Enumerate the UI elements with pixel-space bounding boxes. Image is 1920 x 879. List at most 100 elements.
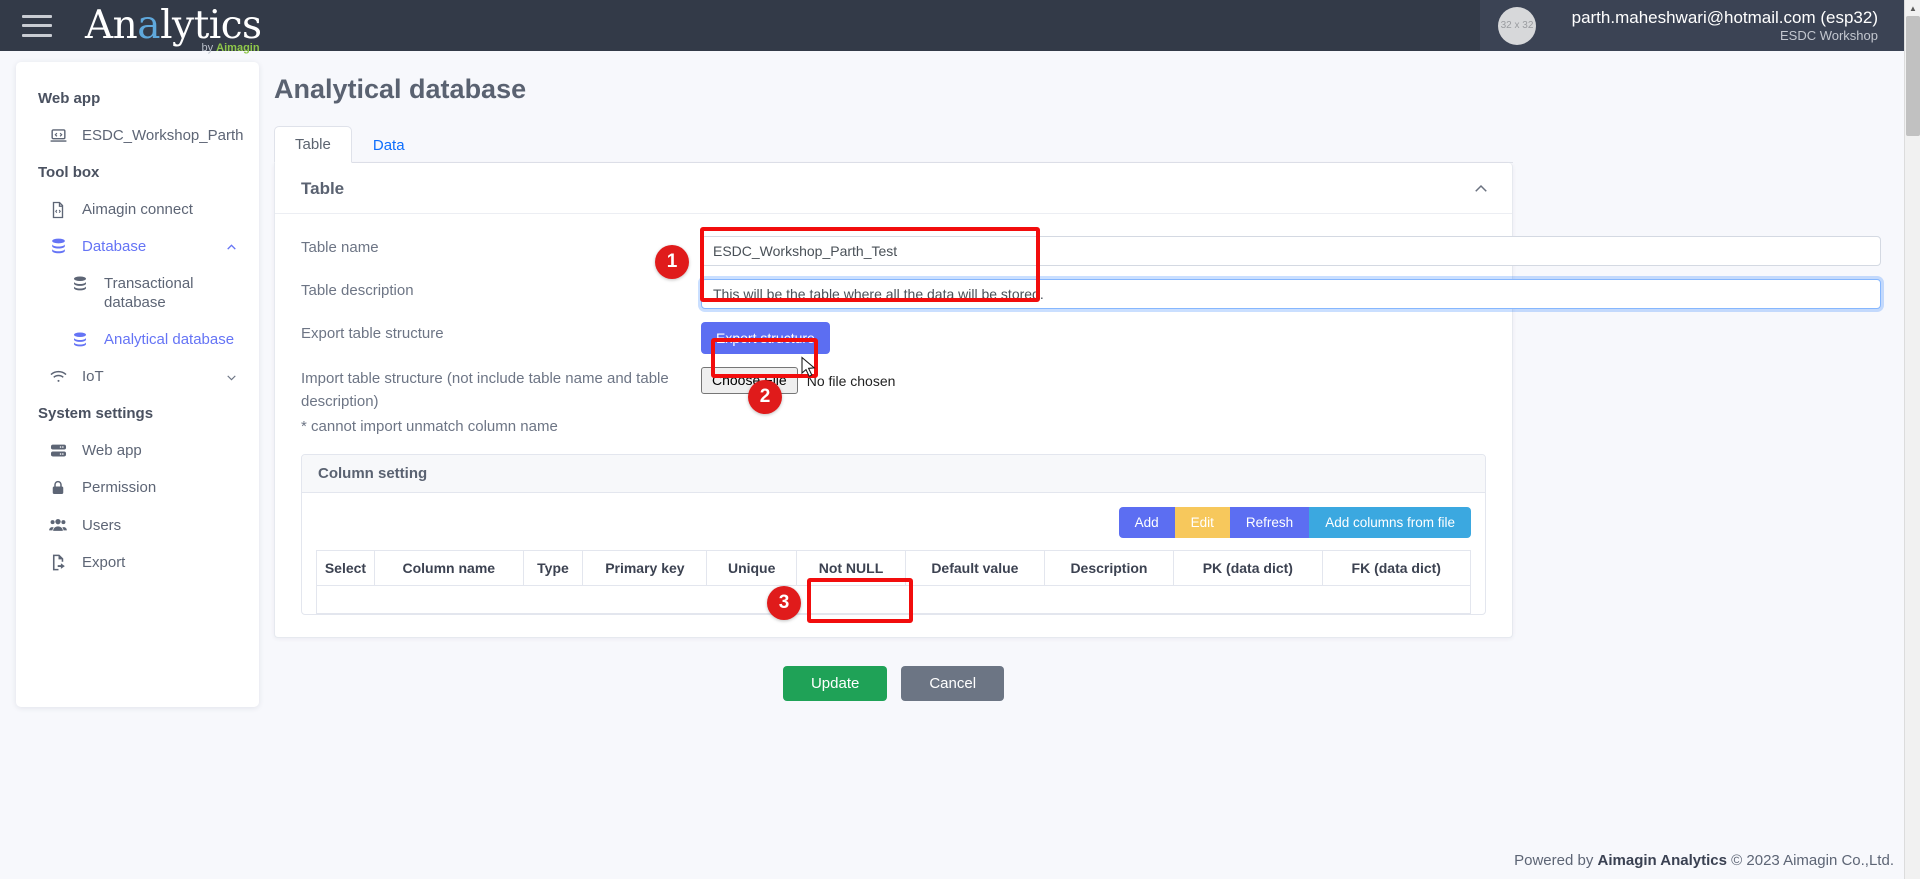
scrollbar-thumb[interactable] xyxy=(1906,16,1920,136)
refresh-button[interactable]: Refresh xyxy=(1229,507,1310,538)
table-empty-row xyxy=(316,585,1471,614)
annotation-badge-1: 1 xyxy=(655,245,689,279)
main-content: Analytical database Table Data Table Tab… xyxy=(274,62,1889,701)
panel-title: Table xyxy=(301,179,345,198)
file-input-row: Choose File No file chosen xyxy=(701,367,1486,394)
chosen-file-text: No file chosen xyxy=(806,372,896,389)
add-columns-from-file-button[interactable]: Add columns from file xyxy=(1309,507,1471,538)
brand-sub-name: Aimagin xyxy=(216,42,260,54)
scroll-up-arrow-icon[interactable]: ▲ xyxy=(1905,0,1920,16)
table-description-label: Table description xyxy=(301,282,414,299)
column-setting-body: Add Edit Refresh Add columns from file S… xyxy=(302,493,1485,614)
column-header-select: Select xyxy=(316,550,375,586)
sidebar-item-web-app[interactable]: Web app xyxy=(16,432,259,469)
export-structure-button[interactable]: Export structure xyxy=(701,322,830,354)
tab-bar: Table Data xyxy=(274,126,1889,163)
form-row-import-structure: Import table structure (not include tabl… xyxy=(301,367,1486,438)
laptop-code-icon xyxy=(44,126,72,145)
form-actions: Update Cancel xyxy=(274,666,1513,701)
add-button[interactable]: Add xyxy=(1118,507,1175,538)
sidebar-group-web-app: Web app xyxy=(38,90,101,107)
sidebar-item-export[interactable]: Export xyxy=(16,544,259,581)
table-name-control xyxy=(701,236,1881,266)
user-info: parth.maheshwari@hotmail.com (esp32) ESD… xyxy=(1550,8,1920,44)
sidebar-item-analytical-database[interactable]: Analytical database xyxy=(16,321,259,358)
database-icon xyxy=(44,237,72,256)
sidebar-item-users[interactable]: Users xyxy=(16,506,259,544)
import-structure-label: Import table structure (not include tabl… xyxy=(301,367,701,438)
sidebar-item-iot[interactable]: IoT xyxy=(16,358,259,395)
table-description-input[interactable] xyxy=(701,279,1881,309)
import-label-line3: * cannot import unmatch column name xyxy=(301,418,558,435)
chevron-up-icon[interactable] xyxy=(225,241,237,253)
tab-table[interactable]: Table xyxy=(274,126,352,163)
brand-logo: Analytics by Aimagin xyxy=(85,6,262,54)
sidebar: Web app ESDC_Workshop_Parth Tool box Aim… xyxy=(16,62,259,707)
user-menu[interactable]: 32 x 32 parth.maheshwari@hotmail.com (es… xyxy=(1480,0,1920,51)
server-icon xyxy=(44,441,72,460)
sidebar-item-label: Web app xyxy=(82,442,142,459)
annotation-badge-2: 2 xyxy=(748,380,782,414)
brand-highlight: a xyxy=(137,3,161,48)
footer-powered-prefix: Powered by xyxy=(1514,852,1598,869)
top-bar: Analytics by Aimagin 32 x 32 parth.mahes… xyxy=(0,0,1920,54)
sidebar-item-label: ESDC_Workshop_Parth xyxy=(82,127,244,144)
sidebar-group-system-settings: System settings xyxy=(38,405,154,422)
export-structure-control: Export structure xyxy=(701,322,1486,354)
avatar-placeholder-text: 32 x 32 xyxy=(1500,20,1534,31)
column-header-type: Type xyxy=(522,550,584,586)
column-header-fk-data-dict: FK (data dict) xyxy=(1321,550,1472,586)
footer-copyright: © 2023 Aimagin Co.,Ltd. xyxy=(1727,852,1894,869)
table-name-input[interactable] xyxy=(701,236,1881,266)
update-button[interactable]: Update xyxy=(782,666,888,701)
chevron-down-icon[interactable] xyxy=(225,371,237,383)
sidebar-group-tool-box: Tool box xyxy=(38,164,100,181)
column-header-not-null: Not NULL xyxy=(795,550,907,586)
column-action-buttons: Add Edit Refresh Add columns from file xyxy=(316,507,1471,538)
panel-header: Table xyxy=(275,163,1512,214)
column-header-pk-data-dict: PK (data dict) xyxy=(1173,550,1323,586)
import-label-line1: Import table structure (not include tabl… xyxy=(301,370,669,387)
page-scrollbar[interactable]: ▲ xyxy=(1904,0,1920,879)
import-structure-control: Choose File No file chosen xyxy=(701,367,1486,394)
form-row-export-structure: Export table structure Export structure xyxy=(301,322,1486,354)
tab-data[interactable]: Data xyxy=(352,127,426,163)
brand-sub-by: by xyxy=(201,42,217,54)
cancel-button[interactable]: Cancel xyxy=(901,666,1005,701)
sidebar-item-label: Database xyxy=(82,238,147,255)
table-body xyxy=(316,585,1471,614)
mouse-cursor-icon xyxy=(800,356,818,385)
sidebar-item-transactional-database[interactable]: Transactional database xyxy=(16,265,259,321)
sidebar-item-label: Permission xyxy=(82,479,157,496)
edit-button[interactable]: Edit xyxy=(1174,507,1230,538)
sidebar-item-aimagin-connect[interactable]: Aimagin connect xyxy=(16,191,259,228)
sidebar-item-label: Export xyxy=(82,554,126,571)
column-header-primary-key: Primary key xyxy=(582,550,708,586)
table-header-row: Select Column name Type Primary key Uniq… xyxy=(316,550,1472,586)
database-icon xyxy=(66,274,94,293)
form-row-table-name: Table name xyxy=(301,236,1881,266)
brand-title: Analytics xyxy=(85,6,262,45)
lock-icon xyxy=(44,479,72,497)
page-title: Analytical database xyxy=(274,74,527,104)
sidebar-item-database[interactable]: Database xyxy=(16,228,259,265)
import-label-line2: description) xyxy=(301,393,379,410)
footer-brand: Aimagin Analytics xyxy=(1597,852,1727,869)
wifi-icon xyxy=(44,367,72,386)
hamburger-icon[interactable] xyxy=(22,14,52,37)
brand-prefix: An xyxy=(85,3,138,48)
sidebar-item-esdc-workshop-parth[interactable]: ESDC_Workshop_Parth xyxy=(16,117,259,154)
sidebar-item-label: Users xyxy=(82,516,122,534)
users-icon xyxy=(44,515,72,535)
column-header-column-name: Column name xyxy=(373,550,524,586)
user-email: parth.maheshwari@hotmail.com (esp32) xyxy=(1571,7,1878,27)
column-setting-title: Column setting xyxy=(302,455,1485,493)
user-org: ESDC Workshop xyxy=(1779,27,1878,43)
chevron-up-icon[interactable] xyxy=(1472,180,1490,198)
avatar: 32 x 32 xyxy=(1498,6,1536,45)
sidebar-item-permission[interactable]: Permission xyxy=(16,469,259,506)
form-row-table-description: Table description xyxy=(301,279,1881,309)
file-export-icon xyxy=(44,553,72,572)
annotation-badge-3: 3 xyxy=(767,586,801,620)
table-description-control xyxy=(701,279,1881,309)
